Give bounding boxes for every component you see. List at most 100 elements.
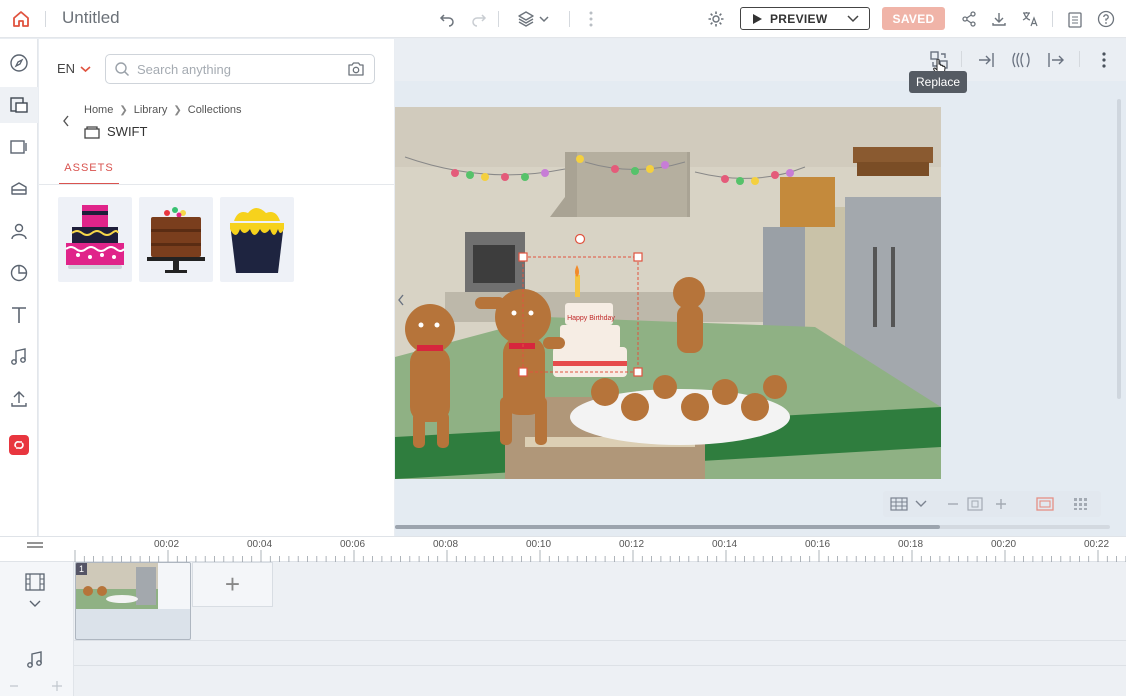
horizontal-scrollbar[interactable] [395, 525, 1110, 529]
preview-label: PREVIEW [770, 11, 828, 26]
zoom-out-icon[interactable] [941, 492, 965, 516]
language-select[interactable]: EN [57, 61, 91, 76]
rail-text-icon[interactable] [0, 297, 38, 333]
preview-button[interactable]: PREVIEW [740, 7, 870, 30]
download-icon[interactable] [988, 0, 1010, 38]
notes-clipboard-icon[interactable] [1064, 0, 1086, 38]
vertical-scrollbar[interactable] [1117, 99, 1121, 399]
stage-area: Replace Happy Birthday [395, 39, 1126, 536]
settings-gear-icon[interactable] [704, 0, 728, 38]
scene-clip-thumbnail [76, 563, 190, 609]
fit-screen-icon[interactable] [963, 492, 987, 516]
cake-yellow-drip-icon [230, 208, 284, 273]
divider [1079, 51, 1080, 67]
current-folder: SWIFT [84, 124, 147, 139]
breadcrumb-separator-icon: ❯ [119, 104, 128, 116]
ruler-tick-label: 00:22 [1084, 539, 1110, 550]
rail-charts-icon[interactable] [0, 255, 38, 291]
collapse-panel-chevron-icon[interactable] [397, 293, 405, 307]
scene-canvas[interactable]: Happy Birthday [395, 107, 941, 479]
left-icon-rail [0, 39, 38, 536]
saved-button[interactable]: SAVED [882, 7, 945, 30]
rail-upload-icon[interactable] [0, 381, 38, 417]
rail-brand-app-icon[interactable] [0, 427, 38, 463]
home-icon[interactable] [8, 0, 34, 38]
track-divider [74, 640, 1126, 641]
folder-name: SWIFT [107, 124, 148, 139]
undo-icon[interactable] [436, 0, 458, 38]
ruler-tick-label: 00:06 [340, 539, 366, 550]
top-bar: Untitled PREVIEW SAVED [0, 0, 1126, 38]
breadcrumb: Home ❯ Library ❯ Collections [84, 104, 242, 116]
rail-explore-compass-icon[interactable] [0, 45, 38, 81]
layers-dropdown[interactable] [512, 0, 554, 38]
divider [498, 11, 499, 27]
more-vertical-icon[interactable] [1092, 48, 1116, 72]
tab-assets[interactable]: ASSETS [59, 157, 119, 185]
enter-effect-icon[interactable] [975, 48, 999, 72]
library-panel: EN Home ❯ Library ❯ Collections SWIFT AS… [39, 39, 394, 536]
back-chevron-icon[interactable] [61, 114, 71, 128]
scenes-track-icon[interactable] [25, 572, 45, 592]
zoom-timeline-icon[interactable] [8, 680, 68, 692]
rail-scenes-icon[interactable] [0, 129, 38, 165]
breadcrumb-home[interactable]: Home [84, 104, 113, 116]
cake-topper-text: Happy Birthday [567, 315, 615, 322]
more-vertical-icon[interactable] [582, 0, 600, 38]
play-icon [753, 13, 762, 24]
ruler-tick-label: 00:08 [433, 539, 459, 550]
cake-chocolate-icon [147, 207, 205, 273]
asset-cake-yellow-drip[interactable] [220, 197, 294, 282]
rail-music-icon[interactable] [0, 339, 38, 375]
exit-effect-icon[interactable] [1043, 48, 1067, 72]
scrollbar-thumb[interactable] [395, 525, 940, 529]
tab-divider [39, 184, 394, 185]
layers-icon [518, 11, 534, 27]
breadcrumb-collections[interactable]: Collections [188, 104, 242, 116]
track-divider [74, 665, 1126, 666]
chevron-down-icon[interactable] [29, 600, 41, 608]
audio-track-icon[interactable] [25, 650, 45, 670]
rail-props-icon[interactable] [0, 171, 38, 207]
divider [961, 51, 962, 67]
rail-characters-icon[interactable] [0, 213, 38, 249]
frame-view-icon[interactable] [1033, 492, 1057, 516]
zoom-toolbar [883, 491, 1101, 517]
language-label: EN [57, 61, 76, 76]
help-icon[interactable] [1094, 0, 1118, 38]
stage-toolbar [395, 39, 1126, 81]
clip-number-badge: 1 [76, 563, 87, 575]
zoom-in-icon[interactable] [989, 492, 1013, 516]
grid-toggle-icon[interactable] [887, 492, 911, 516]
search-box [105, 54, 375, 84]
search-input[interactable] [137, 60, 337, 78]
timeline-ruler[interactable]: 00:02 00:04 00:06 00:08 00:10 00:12 00:14 00:16… [0, 536, 1126, 562]
share-icon[interactable] [958, 0, 980, 38]
ruler-tick-label: 00:18 [898, 539, 924, 550]
asset-cake-pink[interactable] [58, 197, 132, 282]
scene-clip[interactable]: 1 [75, 562, 191, 640]
ruler-tick-label: 00:12 [619, 539, 645, 550]
ruler-tick-label: 00:10 [526, 539, 552, 550]
breadcrumb-library[interactable]: Library [134, 104, 168, 116]
add-scene-button[interactable]: + [192, 562, 273, 607]
divider [1052, 11, 1053, 27]
search-icon [115, 62, 130, 77]
ruler-tick-label: 00:16 [805, 539, 831, 550]
cake-pink-icon [65, 205, 125, 269]
rail-library-icon[interactable] [0, 87, 38, 123]
chevron-down-icon [80, 65, 91, 72]
chevron-down-icon[interactable] [909, 492, 933, 516]
redo-icon[interactable] [468, 0, 490, 38]
replace-tooltip: Replace [909, 71, 968, 93]
divider [569, 11, 570, 27]
grid-view-icon[interactable] [1069, 492, 1093, 516]
chevron-down-icon [539, 16, 549, 23]
breadcrumb-separator-icon: ❯ [173, 104, 182, 116]
document-title[interactable]: Untitled [62, 8, 120, 28]
chevron-down-icon [847, 15, 859, 23]
action-effect-icon[interactable] [1009, 48, 1033, 72]
asset-cake-chocolate[interactable] [139, 197, 213, 282]
translate-icon[interactable] [1018, 0, 1042, 38]
timeline-tracks: 1 + [0, 562, 1126, 696]
